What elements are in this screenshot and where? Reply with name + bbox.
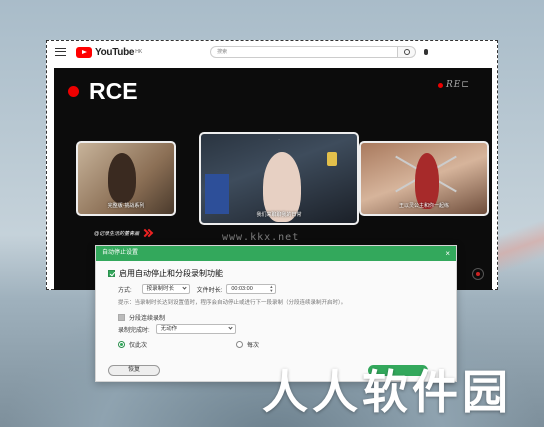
duration-field[interactable]: 00:03:00 ▲ ▼	[226, 284, 277, 294]
hint-row: 提示：当录制时长达到设置值时，程序会自动停止或进行下一段录制（分段连续录制开启时…	[118, 298, 346, 306]
thumbnail-top-caption: ·	[278, 137, 280, 142]
segment-row[interactable]: 分段连续录制	[118, 313, 165, 322]
every-radio[interactable]	[236, 341, 243, 348]
mode-label: 方式:	[118, 287, 132, 294]
after-row: 录制完成时: 无动作	[118, 324, 236, 334]
chevron-down-icon	[228, 325, 233, 330]
youtube-play-icon	[76, 46, 92, 58]
region-label: HK	[135, 48, 143, 55]
site-watermark: 人人软件园	[262, 365, 512, 419]
channel-tag[interactable]: @记录生活的董青画	[94, 228, 152, 238]
thumbnail-caption: 完整版·挑战系列	[107, 203, 145, 209]
restore-button[interactable]: 恢复	[108, 365, 160, 376]
youtube-header: YouTube HK 搜索	[47, 41, 497, 63]
record-button-icon[interactable]	[472, 268, 484, 280]
mode-row: 方式: 按录制时长 文件时长: 00:03:00 ▲ ▼	[118, 284, 277, 294]
dialog-titlebar: 自动停止设置 ×	[96, 246, 456, 261]
video-thumbnail[interactable]: 王以灵公主和你一起练	[359, 141, 489, 216]
enable-checkbox[interactable]	[108, 270, 115, 277]
every-label: 每次	[247, 343, 260, 349]
close-icon[interactable]: ×	[445, 246, 450, 261]
after-select-value: 无动作	[160, 326, 178, 332]
person-figure	[108, 153, 136, 203]
video-thumbnail[interactable]: 完整版·挑战系列	[76, 141, 176, 216]
thumbnail-caption: 我们来聊聊我的日常	[256, 212, 302, 218]
search-input[interactable]: 搜索	[210, 46, 399, 58]
person-figure	[415, 153, 439, 209]
youtube-wordmark: YouTube	[95, 46, 135, 58]
youtube-logo[interactable]: YouTube HK	[76, 46, 143, 58]
segment-checkbox[interactable]	[118, 314, 125, 321]
after-label: 录制完成时:	[118, 327, 150, 334]
enable-label: 启用自动停止和分段录制功能	[119, 269, 223, 278]
dialog-title: 自动停止设置	[102, 250, 139, 256]
shelf-decoration	[205, 174, 229, 214]
mode-select-value: 按录制时长	[146, 286, 175, 292]
once-radio[interactable]	[118, 341, 125, 348]
microphone-icon[interactable]	[424, 49, 429, 55]
video-thumbnail-featured[interactable]: · 我们来聊聊我的日常	[199, 132, 359, 225]
after-select[interactable]: 无动作	[155, 324, 236, 334]
stepper-icon[interactable]: ▲ ▼	[269, 285, 273, 293]
rce-banner: RCE	[68, 78, 138, 105]
chevron-right-icon	[142, 228, 152, 238]
enable-row[interactable]: 启用自动停止和分段录制功能	[108, 268, 223, 279]
mode-select[interactable]: 按录制时长	[141, 284, 190, 294]
lamp-decoration	[327, 152, 337, 166]
every-option[interactable]: 每次	[236, 340, 259, 349]
channel-tag-text: @记录生活的董青画	[94, 230, 140, 237]
duration-label: 文件时长:	[196, 287, 223, 294]
rec-mark-text: RE⊏	[446, 80, 470, 90]
rce-label: RCE	[89, 78, 138, 104]
once-option[interactable]: 仅此次	[118, 340, 147, 349]
segment-label: 分段连续录制	[129, 316, 166, 322]
rec-watermark: RE⊏	[438, 80, 470, 90]
rec-dot-icon	[438, 82, 444, 88]
duration-value: 00:03:00	[231, 286, 253, 292]
thumbnail-caption: 王以灵公主和你一起练	[398, 203, 449, 209]
search-icon[interactable]	[398, 46, 417, 58]
hint-text: 提示：当录制时长达到设置值时，程序会自动停止或进行下一段录制（分段连续录制开启时…	[118, 300, 347, 306]
chevron-down-icon	[182, 285, 187, 290]
site-url-watermark: www.kkx.net	[222, 232, 300, 243]
record-dot-icon	[68, 86, 79, 97]
once-label: 仅此次	[129, 343, 148, 349]
menu-icon[interactable]	[55, 48, 66, 56]
